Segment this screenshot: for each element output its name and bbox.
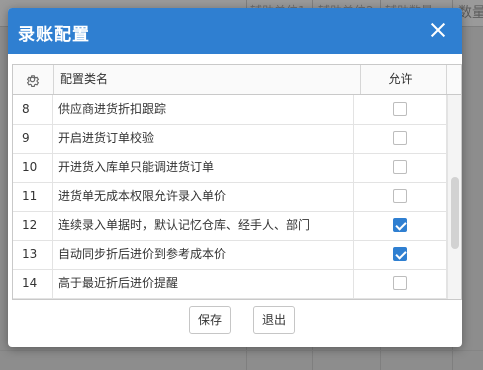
row-name: 开启进货订单校验 [54, 124, 354, 153]
row-index: 9 [13, 124, 53, 153]
allow-cell [355, 182, 447, 211]
table-row[interactable]: 8 供应商进货折扣跟踪 [13, 95, 447, 125]
header-scroll-spacer [447, 65, 461, 94]
allow-checkbox[interactable] [393, 131, 407, 145]
close-icon[interactable] [428, 20, 448, 40]
row-index: 14 [13, 269, 53, 298]
config-table: 配置类名 允许 8 供应商进货折扣跟踪 9 开启进货订单校验 10 开进货入库单… [12, 64, 462, 300]
allow-cell [355, 95, 447, 124]
save-button[interactable]: 保存 [189, 306, 231, 334]
allow-checkbox[interactable] [393, 160, 407, 174]
allow-checkbox[interactable] [393, 247, 407, 261]
table-row[interactable]: 11 进货单无成本权限允许录入单价 [13, 182, 447, 212]
row-name: 高于最近折后进价提醒 [54, 269, 354, 298]
allow-checkbox[interactable] [393, 189, 407, 203]
row-name: 供应商进货折扣跟踪 [54, 95, 354, 124]
dialog-title: 录账配置 [18, 25, 90, 45]
row-index: 8 [13, 95, 53, 124]
allow-cell [355, 240, 447, 269]
allow-checkbox[interactable] [393, 218, 407, 232]
row-index: 13 [13, 240, 53, 269]
dialog-titlebar: 录账配置 [8, 8, 462, 54]
row-name: 自动同步折后进价到参考成本价 [54, 240, 354, 269]
row-index: 10 [13, 153, 53, 182]
header-allow: 允许 [355, 65, 447, 94]
allow-cell [355, 211, 447, 240]
allow-cell [355, 153, 447, 182]
config-dialog: 录账配置 配置类名 允许 8 供应商进货折扣跟踪 9 开启进货订单校验 10 开… [8, 8, 462, 347]
table-row[interactable]: 9 开启进货订单校验 [13, 124, 447, 154]
vertical-scrollbar[interactable] [447, 95, 461, 299]
row-name: 开进货入库单只能调进货订单 [54, 153, 354, 182]
header-config-name: 配置类名 [54, 65, 361, 94]
allow-checkbox[interactable] [393, 102, 407, 116]
row-name: 连续录入单据时，默认记忆仓库、经手人、部门 [54, 211, 354, 240]
column-settings-cell[interactable] [13, 65, 54, 94]
allow-cell [355, 124, 447, 153]
table-header: 配置类名 允许 [13, 65, 461, 95]
bg-divider [0, 350, 483, 351]
table-row[interactable]: 13 自动同步折后进价到参考成本价 [13, 240, 447, 270]
table-row[interactable]: 12 连续录入单据时，默认记忆仓库、经手人、部门 [13, 211, 447, 241]
row-index: 12 [13, 211, 53, 240]
row-name: 进货单无成本权限允许录入单价 [54, 182, 354, 211]
gear-icon[interactable] [25, 72, 40, 87]
table-row[interactable]: 14 高于最近折后进价提醒 [13, 269, 447, 299]
scrollbar-thumb[interactable] [451, 177, 459, 249]
allow-cell [355, 269, 447, 298]
exit-button[interactable]: 退出 [253, 306, 295, 334]
table-row[interactable]: 10 开进货入库单只能调进货订单 [13, 153, 447, 183]
allow-checkbox[interactable] [393, 276, 407, 290]
row-index: 11 [13, 182, 53, 211]
